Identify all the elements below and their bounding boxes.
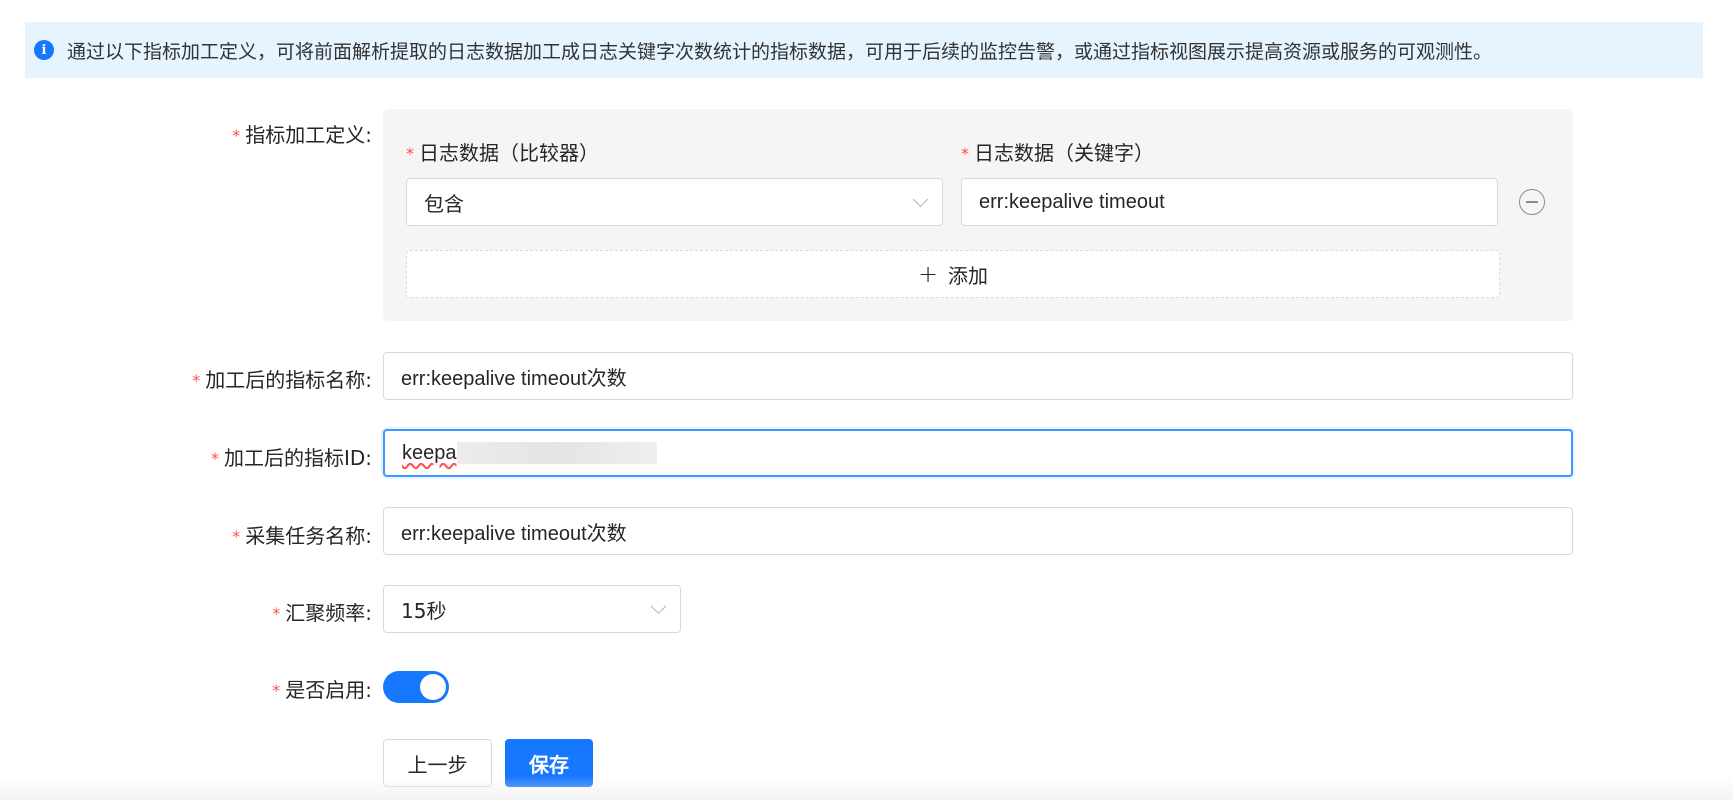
enabled-label-text: 是否启用: [285, 678, 372, 702]
frequency-label-text: 汇聚频率: [285, 601, 372, 625]
metric-name-input[interactable]: err:keepalive timeout次数 [383, 352, 1573, 400]
info-banner: i 通过以下指标加工定义，可将前面解析提取的日志数据加工成日志关键字次数统计的指… [25, 22, 1703, 78]
metric-name-label-text: 加工后的指标名称: [205, 368, 372, 392]
add-condition-button[interactable]: + 添加 [406, 250, 1500, 298]
frequency-select[interactable]: 15秒 [383, 585, 681, 633]
info-banner-text: 通过以下指标加工定义，可将前面解析提取的日志数据加工成日志关键字次数统计的指标数… [67, 40, 1493, 63]
frequency-select-value: 15秒 [401, 598, 447, 623]
comparator-label-text: 日志数据（比较器） [419, 141, 599, 165]
task-name-label-text: 采集任务名称: [245, 524, 372, 548]
info-icon: i [34, 40, 54, 60]
task-name-label: * 采集任务名称: [232, 520, 372, 549]
enabled-label: * 是否启用: [272, 674, 372, 703]
metric-name-value: err:keepalive timeout次数 [401, 367, 627, 390]
metric-definition-label-text: 指标加工定义: [245, 123, 372, 147]
metric-id-input[interactable]: keepa [383, 429, 1573, 477]
metric-name-label: * 加工后的指标名称: [192, 364, 372, 393]
metric-definition-label: * 指标加工定义: [232, 119, 372, 148]
toggle-knob [420, 674, 446, 700]
keyword-input-value: err:keepalive timeout [979, 190, 1165, 213]
chevron-down-icon [912, 191, 929, 208]
task-name-value: err:keepalive timeout次数 [401, 522, 627, 545]
keyword-label-text: 日志数据（关键字） [974, 141, 1154, 165]
required-mark: * [232, 527, 241, 546]
redacted-block [456, 442, 657, 464]
metric-id-value: keepa [402, 441, 457, 464]
required-mark: * [961, 144, 969, 163]
keyword-label: * 日志数据（关键字） [961, 137, 1154, 166]
task-name-input[interactable]: err:keepalive timeout次数 [383, 507, 1573, 555]
metric-id-label: * 加工后的指标ID: [211, 442, 372, 471]
required-mark: * [272, 604, 281, 623]
keyword-input[interactable]: err:keepalive timeout [961, 178, 1498, 226]
comparator-label: * 日志数据（比较器） [406, 137, 599, 166]
minus-circle-icon[interactable] [1519, 189, 1545, 215]
chevron-down-icon [650, 598, 667, 615]
comparator-select[interactable]: 包含 [406, 178, 943, 226]
required-mark: * [406, 144, 414, 163]
enabled-toggle[interactable] [383, 671, 449, 703]
required-mark: * [192, 371, 201, 390]
comparator-select-value: 包含 [424, 191, 464, 216]
required-mark: * [232, 126, 241, 145]
add-condition-label: 添加 [948, 263, 989, 288]
frequency-label: * 汇聚频率: [272, 597, 372, 626]
required-mark: * [210, 449, 219, 468]
plus-icon: + [917, 260, 939, 288]
metric-id-label-text: 加工后的指标ID: [223, 446, 372, 470]
required-mark: * [272, 681, 281, 700]
bottom-fade [0, 776, 1733, 800]
